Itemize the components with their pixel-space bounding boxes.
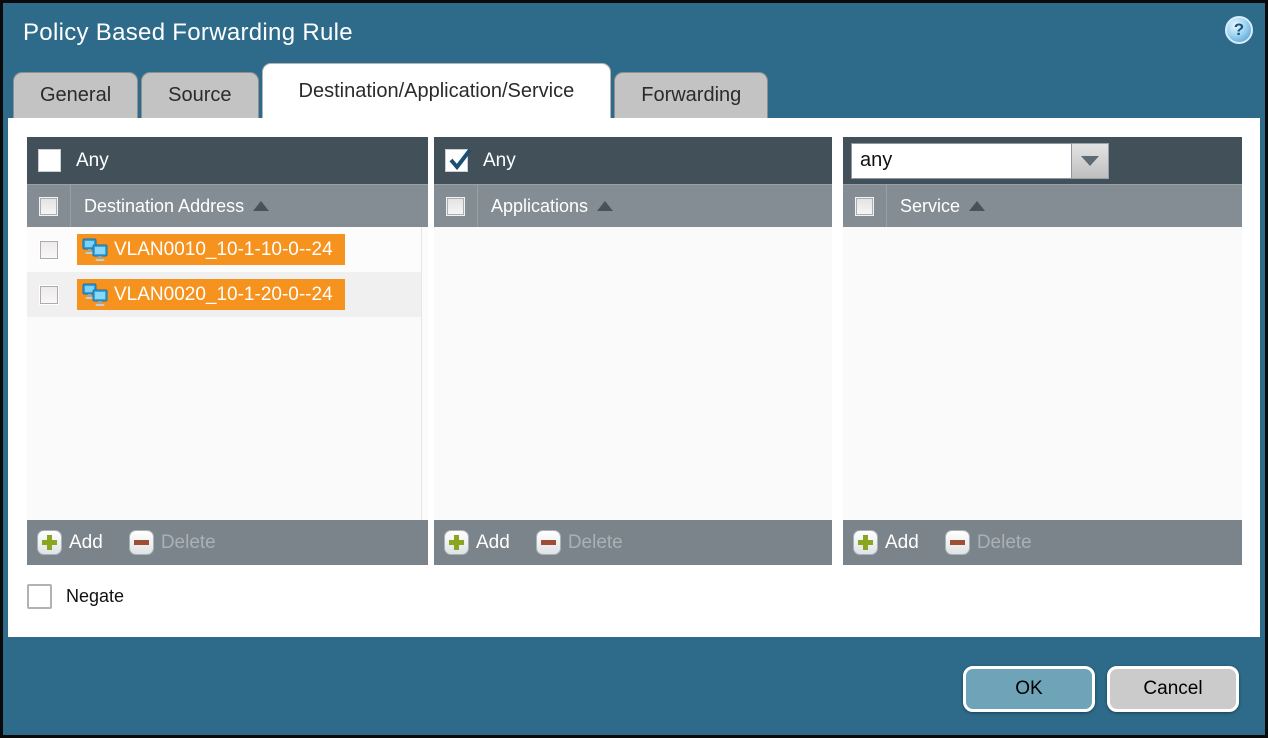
delete-button: Delete bbox=[945, 530, 1032, 555]
applications-any-label: Any bbox=[483, 150, 516, 172]
sort-ascending-icon[interactable] bbox=[597, 201, 613, 211]
check-icon bbox=[447, 147, 473, 173]
tab-destination-application-service[interactable]: Destination/Application/Service bbox=[262, 63, 612, 118]
sort-ascending-icon[interactable] bbox=[969, 201, 985, 211]
minus-icon bbox=[945, 530, 970, 555]
destination-panel: Any Destination Address bbox=[27, 137, 428, 565]
network-address-icon bbox=[82, 238, 108, 262]
service-column-label-wrap: Service bbox=[900, 196, 985, 217]
negate-label: Negate bbox=[66, 586, 124, 607]
ok-button[interactable]: OK bbox=[963, 666, 1095, 712]
row-checkbox[interactable] bbox=[39, 285, 59, 305]
address-object-label: VLAN0010_10-1-10-0--24 bbox=[114, 239, 333, 261]
service-column-header: Service bbox=[843, 184, 1242, 227]
applications-panel: Any Applications Add Delete bbox=[434, 137, 832, 565]
add-button[interactable]: Add bbox=[444, 530, 510, 555]
row-checkbox[interactable] bbox=[39, 240, 59, 260]
delete-button: Delete bbox=[536, 530, 623, 555]
tab-content-sheet: Any Destination Address bbox=[8, 118, 1260, 637]
applications-column-header: Applications bbox=[434, 184, 832, 227]
service-list bbox=[843, 227, 1242, 520]
service-column-label[interactable]: Service bbox=[900, 196, 960, 217]
destination-any-label: Any bbox=[76, 150, 109, 172]
applications-any-checkbox[interactable] bbox=[445, 149, 468, 172]
address-object-label: VLAN0020_10-1-20-0--24 bbox=[114, 284, 333, 306]
applications-header-checkbox[interactable] bbox=[446, 197, 465, 216]
table-row[interactable]: VLAN0010_10-1-10-0--24 bbox=[27, 227, 428, 272]
service-dropdown-bar: any bbox=[843, 137, 1242, 184]
plus-icon bbox=[37, 530, 62, 555]
sort-ascending-icon[interactable] bbox=[253, 201, 269, 211]
applications-list bbox=[434, 227, 832, 520]
service-footer: Add Delete bbox=[843, 520, 1242, 565]
header-checkbox-cell bbox=[843, 185, 887, 227]
delete-button-label: Delete bbox=[161, 532, 216, 554]
service-dropdown-button[interactable] bbox=[1072, 143, 1109, 179]
add-button-label: Add bbox=[69, 532, 103, 554]
service-header-checkbox[interactable] bbox=[855, 197, 874, 216]
negate-checkbox[interactable] bbox=[27, 584, 52, 609]
add-button[interactable]: Add bbox=[37, 530, 103, 555]
address-object-pill[interactable]: VLAN0010_10-1-10-0--24 bbox=[77, 234, 345, 265]
tab-source[interactable]: Source bbox=[141, 72, 258, 118]
scrollbar-track[interactable] bbox=[421, 227, 428, 520]
tab-bar: General Source Destination/Application/S… bbox=[13, 63, 771, 118]
add-button-label: Add bbox=[476, 532, 510, 554]
cancel-button[interactable]: Cancel bbox=[1107, 666, 1239, 712]
add-button-label: Add bbox=[885, 532, 919, 554]
applications-any-bar: Any bbox=[434, 137, 832, 184]
service-dropdown-value[interactable]: any bbox=[851, 143, 1072, 179]
tab-general[interactable]: General bbox=[13, 72, 138, 118]
table-row[interactable]: VLAN0020_10-1-20-0--24 bbox=[27, 272, 428, 317]
plus-icon bbox=[444, 530, 469, 555]
chevron-down-icon bbox=[1081, 156, 1099, 166]
destination-any-bar: Any bbox=[27, 137, 428, 184]
minus-icon bbox=[129, 530, 154, 555]
network-address-icon bbox=[82, 283, 108, 307]
header-checkbox-cell bbox=[434, 185, 478, 227]
policy-forwarding-dialog: Policy Based Forwarding Rule ? General S… bbox=[0, 0, 1268, 738]
destination-column-label-wrap: Destination Address bbox=[84, 196, 269, 217]
destination-header-checkbox[interactable] bbox=[39, 197, 58, 216]
applications-column-label[interactable]: Applications bbox=[491, 196, 588, 217]
destination-footer: Add Delete bbox=[27, 520, 428, 565]
destination-any-checkbox[interactable] bbox=[38, 149, 61, 172]
service-panel: any Service Add bbox=[843, 137, 1242, 565]
destination-list: VLAN0010_10-1-10-0--24 bbox=[27, 227, 428, 520]
minus-icon bbox=[536, 530, 561, 555]
delete-button-label: Delete bbox=[977, 532, 1032, 554]
delete-button: Delete bbox=[129, 530, 216, 555]
applications-footer: Add Delete bbox=[434, 520, 832, 565]
tab-forwarding[interactable]: Forwarding bbox=[614, 72, 768, 118]
service-dropdown: any bbox=[851, 143, 1109, 179]
add-button[interactable]: Add bbox=[853, 530, 919, 555]
header-checkbox-cell bbox=[27, 185, 71, 227]
delete-button-label: Delete bbox=[568, 532, 623, 554]
plus-icon bbox=[853, 530, 878, 555]
destination-column-label[interactable]: Destination Address bbox=[84, 196, 244, 217]
dialog-title: Policy Based Forwarding Rule bbox=[23, 19, 353, 47]
help-icon[interactable]: ? bbox=[1225, 16, 1253, 44]
destination-column-header: Destination Address bbox=[27, 184, 428, 227]
address-object-pill[interactable]: VLAN0020_10-1-20-0--24 bbox=[77, 279, 345, 310]
applications-column-label-wrap: Applications bbox=[491, 196, 613, 217]
negate-option: Negate bbox=[27, 584, 124, 609]
